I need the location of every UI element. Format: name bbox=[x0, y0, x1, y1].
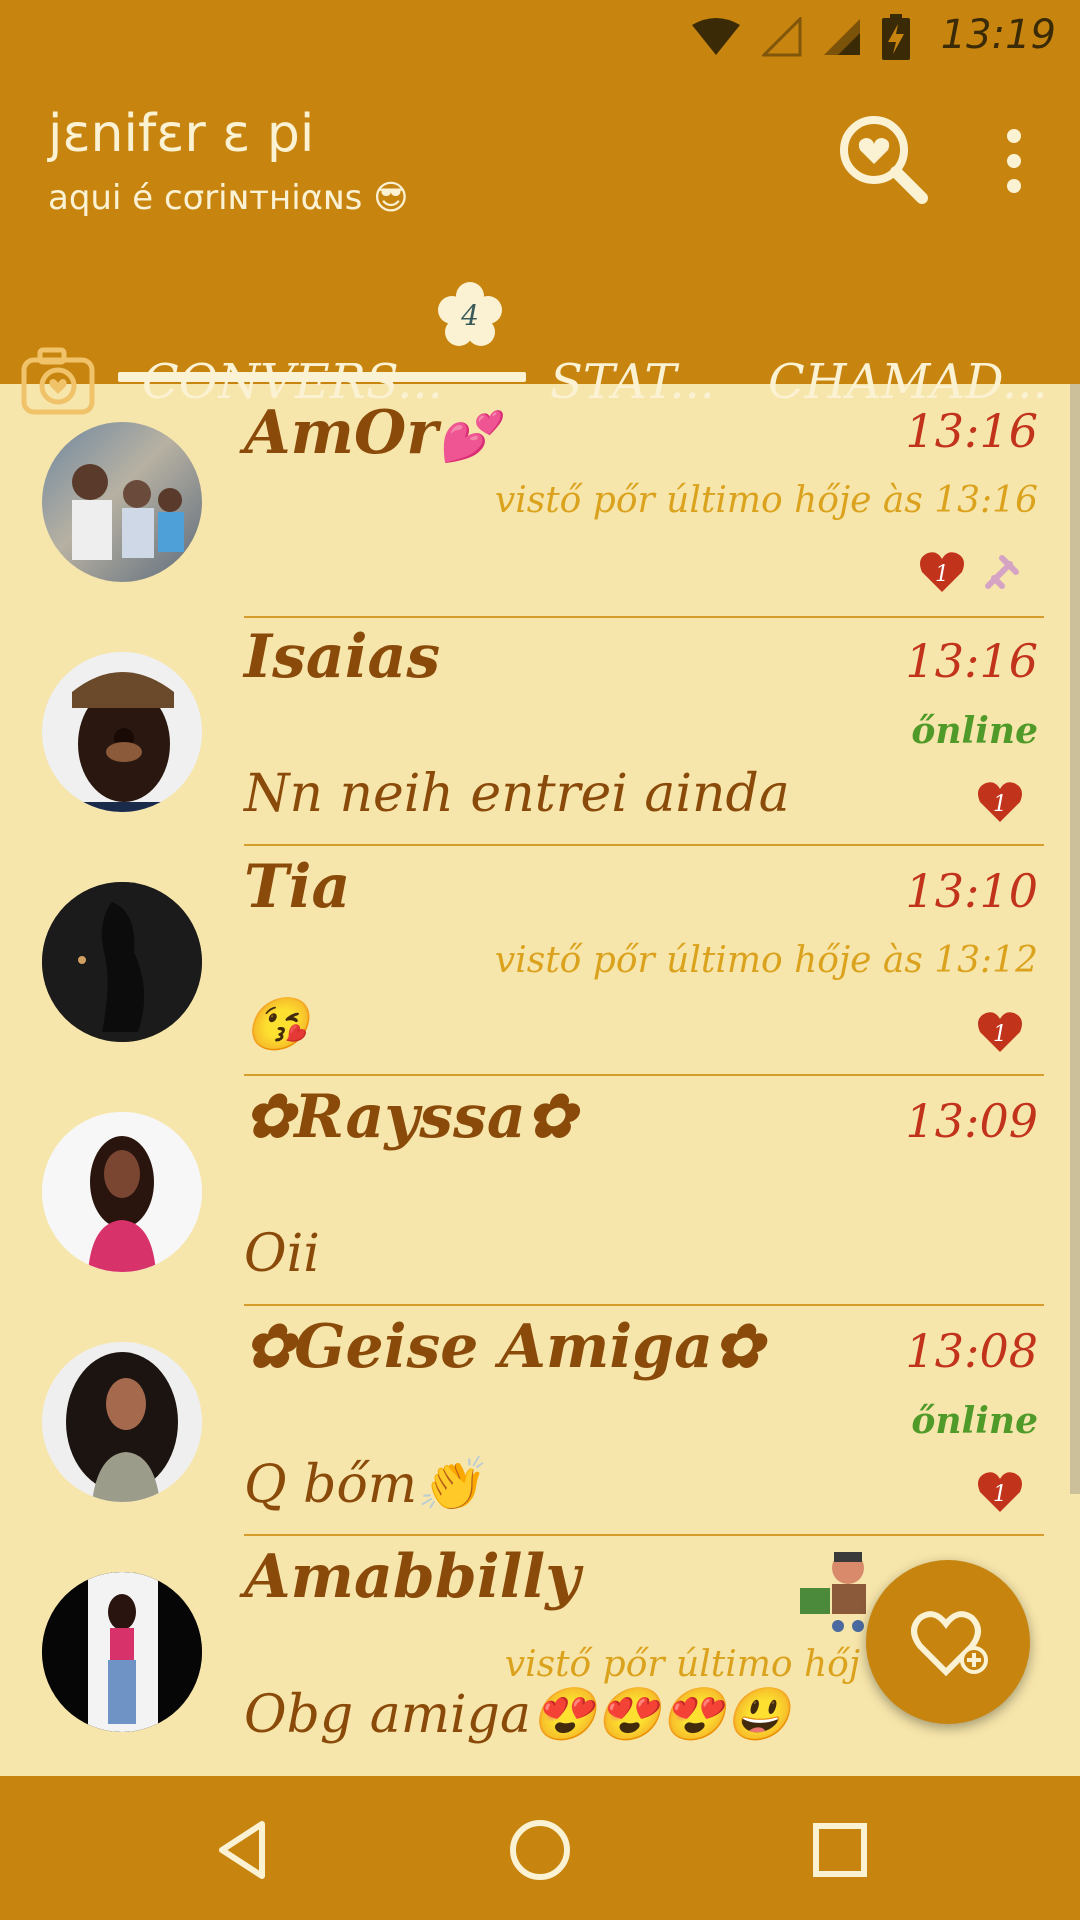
chat-name: Amabbilly bbox=[244, 1542, 581, 1612]
avatar-image bbox=[42, 652, 202, 812]
list-item[interactable]: Tia 13:10 vistő pőr último hője às 13:12… bbox=[0, 844, 1080, 1076]
online-status: őnline bbox=[911, 710, 1038, 752]
signal-empty-icon bbox=[762, 17, 802, 57]
tab-bar: CONVERS... STAT... CHAMAD... bbox=[0, 272, 1080, 415]
list-item[interactable]: AmOr💕 13:16 vistő pőr último hője às 13:… bbox=[0, 384, 1080, 618]
chat-time: 13:16 bbox=[905, 634, 1038, 688]
chat-time: 13:08 bbox=[905, 1324, 1038, 1378]
unread-count: 1 bbox=[993, 792, 1007, 817]
new-chat-fab[interactable] bbox=[866, 1560, 1030, 1724]
last-seen: vistő pőr último hője às 13:12 bbox=[494, 940, 1038, 981]
signal-icon bbox=[824, 19, 860, 55]
last-message: Q bőm👏 bbox=[244, 1455, 482, 1515]
search-heart-icon bbox=[840, 116, 928, 204]
flower-badge-icon: 4 bbox=[438, 282, 502, 346]
unread-badge: 1 bbox=[978, 782, 1022, 822]
avatar-image bbox=[42, 882, 202, 1042]
chat-name: AmOr💕 bbox=[244, 398, 498, 468]
last-message: Oii bbox=[244, 1224, 320, 1284]
unread-badge: 1 bbox=[978, 1012, 1022, 1052]
last-message: Obg amiga😍😍😍😃 bbox=[244, 1685, 790, 1745]
avatar[interactable] bbox=[42, 1572, 202, 1732]
last-seen: vistő pőr último hője às 13:16 bbox=[494, 480, 1038, 521]
avatar[interactable] bbox=[42, 882, 202, 1042]
recents-icon bbox=[813, 1823, 867, 1877]
unread-badge: 1 bbox=[920, 552, 964, 592]
home-icon bbox=[510, 1820, 570, 1880]
avatar-image bbox=[72, 464, 184, 560]
recents-button[interactable] bbox=[804, 1814, 876, 1886]
chat-time: 13:09 bbox=[905, 1094, 1038, 1148]
battery-charging-icon bbox=[882, 14, 910, 60]
unread-count: 1 bbox=[993, 1482, 1007, 1507]
page-title: jɛnifɛr ɛ pi bbox=[48, 104, 315, 164]
avatar[interactable] bbox=[42, 422, 202, 582]
app-bar: jɛnifɛr ɛ pi aqui é cσriɴтнiαɴs 😎 CONVER… bbox=[0, 72, 1080, 415]
avatar-image bbox=[42, 1572, 202, 1732]
unread-badge: 1 bbox=[978, 1472, 1022, 1512]
last-seen: vistő pőr último hőj bbox=[504, 1644, 860, 1685]
page-subtitle: aqui é cσriɴтнiαɴs 😎 bbox=[48, 178, 409, 218]
tab-indicator bbox=[118, 372, 526, 382]
tab-badge-count: 4 bbox=[460, 299, 479, 332]
online-status: őnline bbox=[911, 1400, 1038, 1442]
avatar[interactable] bbox=[42, 1112, 202, 1272]
unread-count: 1 bbox=[935, 562, 949, 587]
scrollbar[interactable] bbox=[1070, 384, 1080, 1494]
status-icons bbox=[690, 14, 910, 60]
list-item[interactable]: ✿Rayssa✿ 13:09 Oii bbox=[0, 1074, 1080, 1306]
list-item[interactable]: Isaias 13:16 őnline Nn neih entrei ainda… bbox=[0, 614, 1080, 846]
back-icon bbox=[219, 1821, 265, 1879]
wifi-icon bbox=[692, 18, 740, 55]
more-options-button[interactable] bbox=[996, 126, 1032, 196]
avatar-image bbox=[42, 1342, 202, 1502]
last-message: Nn neih entrei ainda bbox=[244, 764, 790, 824]
heart-add-icon bbox=[911, 1611, 988, 1677]
status-bar: 13:19 bbox=[0, 0, 1080, 72]
navigation-bar bbox=[0, 1776, 1080, 1920]
chat-name: Tia bbox=[244, 852, 351, 922]
back-button[interactable] bbox=[206, 1814, 278, 1886]
pin-icon bbox=[985, 555, 1019, 589]
chat-name: ✿Rayssa✿ bbox=[244, 1082, 576, 1152]
list-item[interactable]: ✿Geise Amiga✿ 13:08 őnline Q bőm👏 1 bbox=[0, 1304, 1080, 1536]
chat-name: Isaias bbox=[244, 622, 441, 692]
chat-name: ✿Geise Amiga✿ bbox=[244, 1312, 764, 1382]
status-time: 13:19 bbox=[940, 12, 1056, 58]
chat-time: 13:10 bbox=[905, 864, 1038, 918]
avatar-image bbox=[42, 1112, 202, 1272]
search-button[interactable] bbox=[836, 112, 932, 208]
more-vert-icon bbox=[1007, 129, 1021, 193]
home-button[interactable] bbox=[504, 1814, 576, 1886]
last-message: 😘 bbox=[244, 995, 309, 1055]
avatar[interactable] bbox=[42, 652, 202, 812]
chat-time: 13:16 bbox=[905, 404, 1038, 458]
avatar[interactable] bbox=[42, 1342, 202, 1502]
tab-badge: 4 bbox=[438, 282, 502, 346]
hearts-emoji: 💕 bbox=[437, 409, 498, 465]
unread-count: 1 bbox=[993, 1022, 1007, 1047]
